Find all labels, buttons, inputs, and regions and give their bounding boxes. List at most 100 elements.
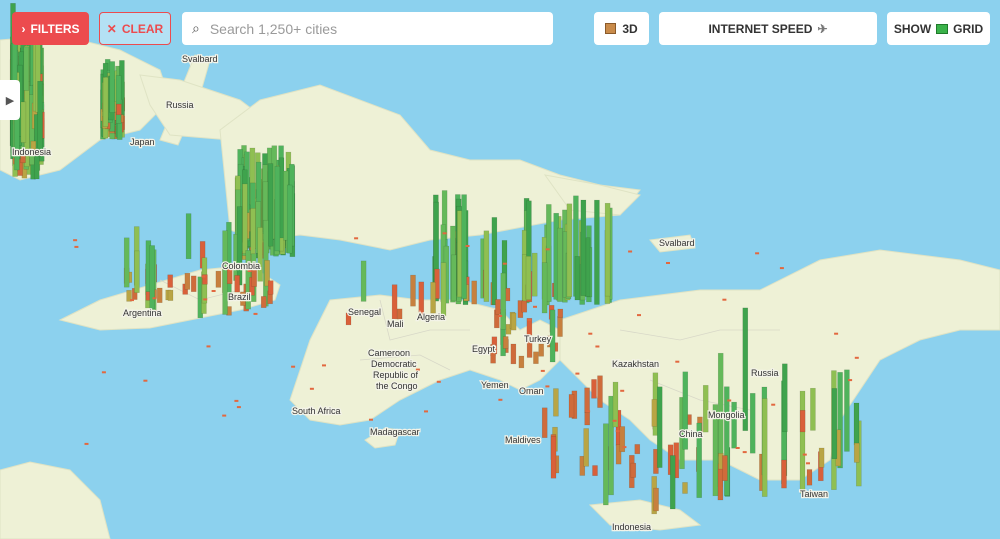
city-bar[interactable] xyxy=(731,401,737,449)
city-marker[interactable] xyxy=(779,267,784,270)
city-bar[interactable] xyxy=(391,284,398,320)
city-bar[interactable] xyxy=(717,352,724,457)
city-marker[interactable] xyxy=(615,430,620,433)
city-marker[interactable] xyxy=(74,245,79,248)
city-bar[interactable] xyxy=(518,355,525,369)
city-bar[interactable] xyxy=(500,272,507,330)
city-bar[interactable] xyxy=(597,375,603,408)
city-bar[interactable] xyxy=(702,385,709,433)
city-bar[interactable] xyxy=(251,269,257,287)
city-bar[interactable] xyxy=(630,462,637,478)
city-bar[interactable] xyxy=(242,183,248,254)
city-marker[interactable] xyxy=(203,298,208,301)
city-bar[interactable] xyxy=(236,206,243,286)
view-3d-button[interactable]: 3D xyxy=(594,12,649,45)
city-marker[interactable] xyxy=(498,398,503,401)
city-bar[interactable] xyxy=(782,363,788,433)
city-bar[interactable] xyxy=(584,387,590,413)
city-bar[interactable] xyxy=(115,75,122,124)
city-marker[interactable] xyxy=(322,364,326,367)
city-bar[interactable] xyxy=(584,412,590,426)
show-grid-button[interactable]: SHOW GRID xyxy=(887,12,990,45)
city-marker[interactable] xyxy=(586,410,591,413)
city-bar[interactable] xyxy=(682,482,688,494)
city-marker[interactable] xyxy=(253,312,258,315)
search-box[interactable]: ⌕ xyxy=(182,12,553,45)
city-bar[interactable] xyxy=(531,252,538,297)
city-bar[interactable] xyxy=(550,436,557,479)
city-marker[interactable] xyxy=(527,318,532,321)
city-bar[interactable] xyxy=(116,103,122,116)
city-bar[interactable] xyxy=(604,202,611,297)
city-bar[interactable] xyxy=(553,388,559,417)
city-bar[interactable] xyxy=(651,399,658,427)
city-marker[interactable] xyxy=(236,406,241,409)
city-bar[interactable] xyxy=(583,428,589,467)
city-bar[interactable] xyxy=(410,274,416,307)
city-bar[interactable] xyxy=(286,184,293,254)
city-bar[interactable] xyxy=(257,227,263,282)
city-bar[interactable] xyxy=(566,203,573,298)
city-bar[interactable] xyxy=(149,245,155,310)
city-bar[interactable] xyxy=(185,213,192,260)
internet-speed-button[interactable]: INTERNET SPEED ✈ xyxy=(659,12,877,45)
city-bar[interactable] xyxy=(109,61,116,113)
city-bar[interactable] xyxy=(538,343,544,357)
city-marker[interactable] xyxy=(211,290,216,292)
city-bar[interactable] xyxy=(167,289,174,301)
city-bar[interactable] xyxy=(574,256,581,301)
city-marker[interactable] xyxy=(442,232,447,235)
world-map-3d[interactable]: Svalbard Russia Japan Indonesia Colombia… xyxy=(0,0,1000,539)
city-marker[interactable] xyxy=(722,298,727,301)
city-marker[interactable] xyxy=(201,275,206,278)
city-marker[interactable] xyxy=(291,365,296,368)
city-marker[interactable] xyxy=(735,447,740,449)
city-marker[interactable] xyxy=(771,403,776,406)
filters-button[interactable]: › FILTERS xyxy=(12,12,89,45)
city-marker[interactable] xyxy=(222,414,227,417)
city-marker[interactable] xyxy=(234,399,239,402)
city-bar[interactable] xyxy=(184,272,191,290)
city-bar[interactable] xyxy=(102,77,109,127)
city-bar[interactable] xyxy=(594,199,600,305)
city-marker[interactable] xyxy=(637,314,641,317)
city-marker[interactable] xyxy=(834,332,839,335)
city-bar[interactable] xyxy=(267,280,274,295)
search-input[interactable] xyxy=(207,19,532,38)
city-marker[interactable] xyxy=(498,315,503,317)
city-bar[interactable] xyxy=(722,455,728,481)
city-marker[interactable] xyxy=(806,462,810,465)
city-bar[interactable] xyxy=(396,308,403,320)
city-bar[interactable] xyxy=(190,275,197,292)
city-bar[interactable] xyxy=(267,163,274,247)
city-marker[interactable] xyxy=(854,356,859,359)
city-bar[interactable] xyxy=(781,459,787,489)
city-bar[interactable] xyxy=(483,230,490,302)
city-bar[interactable] xyxy=(222,230,228,315)
city-marker[interactable] xyxy=(540,369,545,372)
city-marker[interactable] xyxy=(545,248,550,251)
city-marker[interactable] xyxy=(143,379,148,382)
city-bar[interactable] xyxy=(810,387,816,431)
city-marker[interactable] xyxy=(152,297,157,300)
city-marker[interactable] xyxy=(465,245,470,247)
city-bar[interactable] xyxy=(669,455,676,510)
city-marker[interactable] xyxy=(73,239,78,242)
city-bar[interactable] xyxy=(568,394,575,418)
city-bar[interactable] xyxy=(656,386,663,468)
city-bar[interactable] xyxy=(557,227,563,302)
city-bar[interactable] xyxy=(123,237,130,288)
city-marker[interactable] xyxy=(666,262,670,264)
city-bar[interactable] xyxy=(274,166,281,252)
city-bar[interactable] xyxy=(749,393,756,454)
city-marker[interactable] xyxy=(802,453,807,456)
city-bar[interactable] xyxy=(557,316,563,337)
city-bar[interactable] xyxy=(580,199,587,296)
city-bar[interactable] xyxy=(541,407,548,438)
city-marker[interactable] xyxy=(628,250,633,253)
city-bar[interactable] xyxy=(853,402,860,446)
city-bar[interactable] xyxy=(510,343,517,365)
city-marker[interactable] xyxy=(436,380,441,383)
city-bar[interactable] xyxy=(260,296,267,308)
city-bar[interactable] xyxy=(541,262,548,314)
